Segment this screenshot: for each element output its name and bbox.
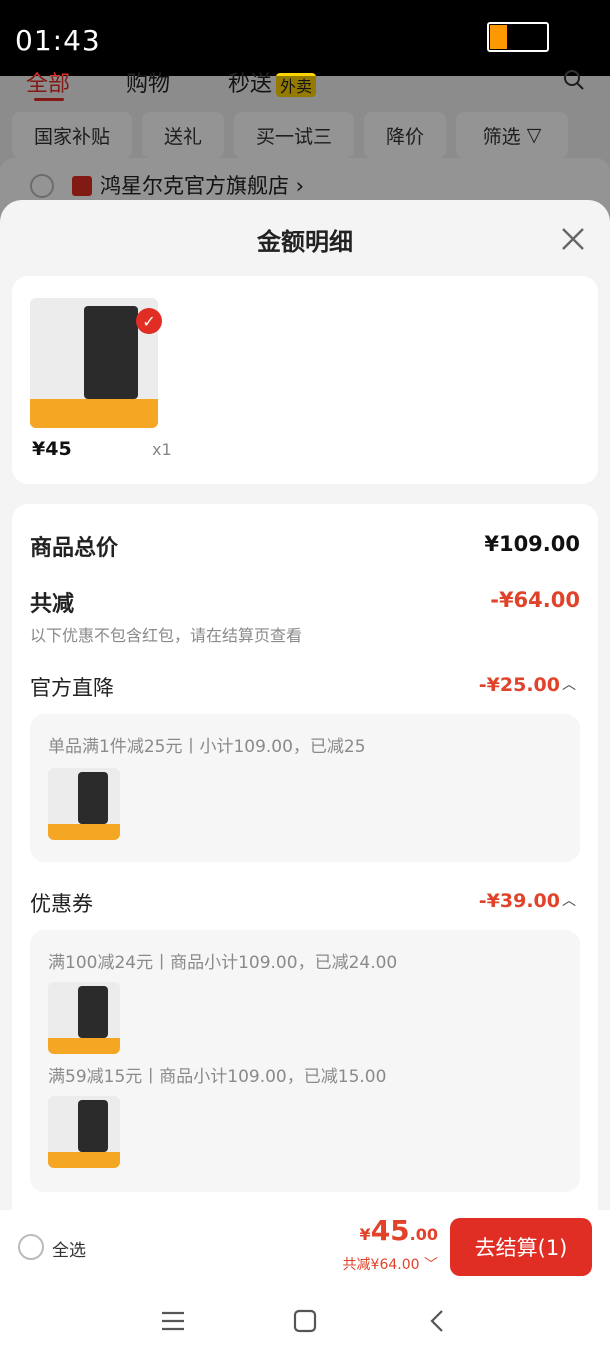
thumb-band [48,1152,120,1168]
battery-level [490,25,507,49]
amount-detail-sheet: 金额明细 ✓ ¥45 x1 商品总价 ¥109.00 共减 -¥64.00 以下… [0,200,610,1210]
product-image-pants [83,305,138,400]
coupon-product-thumb [48,982,120,1054]
product-image-band [30,399,158,428]
close-icon[interactable] [556,222,590,256]
checkout-button[interactable]: 去结算(1) [450,1218,592,1276]
home-icon[interactable] [292,1308,318,1334]
discount-value: -¥64.00 [490,588,580,612]
discount-note: 以下优惠不包含红包，请在结算页查看 [30,626,303,645]
checkout-bar: 全选 ¥45.00 共减¥64.00 ﹀ 去结算(1) [0,1210,610,1286]
detail-card: 商品总价 ¥109.00 共减 -¥64.00 以下优惠不包含红包，请在结算页查… [12,504,598,1210]
select-all-radio[interactable] [18,1234,44,1260]
coupon-product-thumb [48,1096,120,1168]
menu-icon[interactable] [160,1308,186,1334]
total-value: ¥109.00 [484,532,580,556]
chevron-up-icon[interactable]: ︿ [562,890,576,910]
official-detail-box: 单品满1件减25元丨小计109.00，已减25 [30,714,580,862]
products-card: ✓ ¥45 x1 [12,276,598,484]
thumb-pants [78,986,109,1039]
status-bar: 01:43 [0,0,610,76]
official-detail-text: 单品满1件减25元丨小计109.00，已减25 [48,737,366,757]
total-price: ¥45.00 [360,1214,438,1247]
coupon-value[interactable]: -¥39.00 [479,890,560,912]
coupon-detail-text: 满59减15元丨商品小计109.00，已减15.00 [48,1067,387,1087]
total-saved-label: 共减¥64.00 [342,1257,420,1273]
official-value[interactable]: -¥25.00 [479,674,560,696]
thumb-band [48,1038,120,1054]
price-integer: 45 [370,1214,410,1247]
product-price: ¥45 [32,438,72,460]
status-time: 01:43 [15,24,101,57]
thumb-pants [78,772,109,825]
thumb-band [48,824,120,840]
price-decimal: .00 [409,1225,438,1244]
battery-icon [487,22,549,52]
check-icon: ✓ [136,308,162,334]
chevron-up-icon[interactable]: ︿ [562,674,576,694]
select-all-label[interactable]: 全选 [52,1236,86,1261]
coupon-label: 优惠券 [30,892,93,916]
official-product-thumb [48,768,120,840]
coupon-detail-text: 满100减24元丨商品小计109.00，已减24.00 [48,953,398,973]
thumb-pants [78,1100,109,1153]
coupon-detail-box: 满100减24元丨商品小计109.00，已减24.00 满59减15元丨商品小计… [30,930,580,1192]
discount-label: 共减 [30,592,75,617]
product-quantity: x1 [152,440,172,459]
system-nav-bar [0,1286,610,1356]
total-saved[interactable]: 共减¥64.00 ﹀ [343,1254,438,1274]
total-label: 商品总价 [30,536,119,561]
chevron-down-icon: ﹀ [419,1257,438,1273]
sheet-title: 金额明细 [257,228,353,256]
back-icon[interactable] [424,1308,450,1334]
official-label: 官方直降 [30,676,114,700]
price-yen: ¥ [359,1225,371,1244]
